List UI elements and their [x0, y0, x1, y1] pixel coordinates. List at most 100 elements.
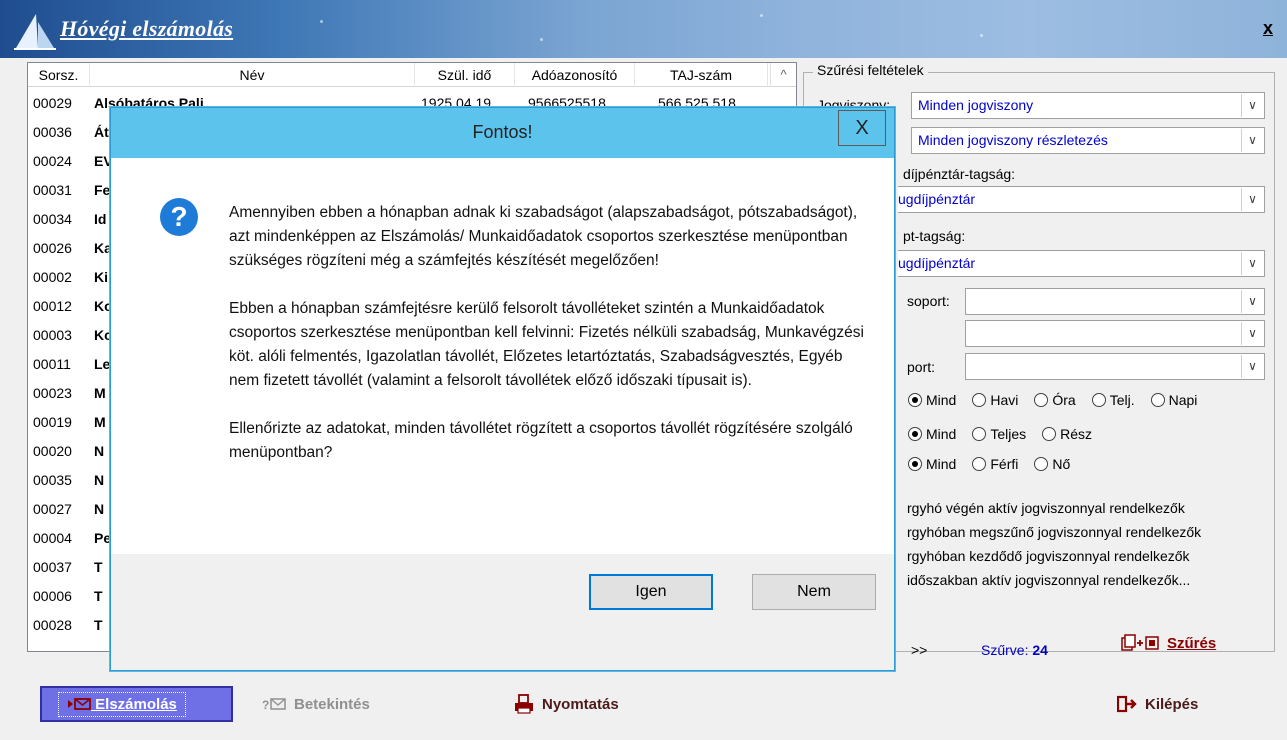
chevron-down-icon[interactable]: ∨	[1241, 290, 1263, 313]
app-close-button[interactable]: x	[1263, 18, 1273, 39]
radio-havi[interactable]: Havi	[972, 392, 1018, 408]
radio-mind[interactable]: Mind	[908, 392, 956, 408]
radio-telj[interactable]: Telj.	[1091, 392, 1135, 408]
app-titlebar: Hóvégi elszámolás x	[0, 0, 1287, 58]
status-option-period[interactable]: időszakban aktív jogviszonnyal rendelkez…	[907, 572, 1190, 588]
app-title: Hóvégi elszámolás	[60, 16, 234, 41]
row-code: 00037	[33, 559, 72, 575]
filtered-count: 24	[1032, 642, 1048, 658]
chevron-down-icon[interactable]: ∨	[1241, 355, 1263, 378]
row-name: Pe	[94, 530, 112, 546]
radio-no[interactable]: Nő	[1034, 456, 1070, 472]
radio-resz[interactable]: Rész	[1042, 426, 1092, 442]
filter-button[interactable]: Szűrés	[1121, 634, 1216, 652]
row-code: 00034	[33, 211, 72, 227]
csoport2-select[interactable]: ∨	[965, 320, 1265, 347]
row-name: N	[94, 443, 105, 459]
row-code: 00027	[33, 501, 72, 517]
radio-mind[interactable]: Mind	[908, 426, 956, 442]
radio-teljes[interactable]: Teljes	[972, 426, 1026, 442]
status-option-ending[interactable]: rgyhóban megszűnő jogviszonnyal rendelke…	[907, 524, 1201, 540]
row-name: Át	[94, 124, 109, 140]
radio-icon[interactable]	[972, 393, 987, 407]
row-code: 00035	[33, 472, 72, 488]
dialog-titlebar: Fontos! X	[111, 108, 894, 158]
filtered-label: Szűrve:	[981, 642, 1029, 658]
chevron-down-icon[interactable]: ∨	[1241, 322, 1263, 345]
radio-group-payment: Mind Havi Óra Telj. Napi	[908, 392, 1197, 408]
radio-label: Napi	[1168, 392, 1198, 408]
row-name: N	[94, 501, 105, 517]
row-name: T	[94, 559, 103, 575]
radio-icon[interactable]	[972, 457, 987, 471]
csoport-label: soport:	[907, 293, 950, 309]
column-header-sorsz[interactable]: Sorsz.	[28, 63, 90, 87]
jogviszony-select[interactable]: Minden jogviszony ∨	[911, 92, 1265, 119]
row-name: N	[94, 472, 105, 488]
radio-icon[interactable]	[972, 427, 987, 441]
ept-value: ugdíjpénztár	[898, 255, 976, 271]
radio-group-worktime: Mind Teljes Rész	[908, 426, 1092, 442]
nyugdij-select[interactable]: ugdíjpénztár ∨	[898, 186, 1265, 213]
row-code: 00003	[33, 327, 72, 343]
chevron-down-icon[interactable]: ∨	[1241, 252, 1263, 275]
chevron-down-icon[interactable]: ∨	[1241, 188, 1263, 211]
row-code: 00006	[33, 588, 72, 604]
betekintes-button[interactable]: ? Betekintés	[262, 686, 370, 722]
elszamolas-button[interactable]: Elszámolás	[40, 686, 233, 722]
radio-selected-icon[interactable]	[908, 427, 922, 441]
kilepes-button[interactable]: Kilépés	[1117, 686, 1198, 722]
chevron-down-icon[interactable]: ∨	[1241, 94, 1263, 117]
radio-icon[interactable]	[1034, 457, 1049, 471]
more-filters-button[interactable]: >>	[911, 642, 927, 658]
radio-ferfi[interactable]: Férfi	[972, 456, 1018, 472]
question-icon: ?	[160, 198, 198, 236]
csoport-select[interactable]: ∨	[965, 288, 1265, 315]
row-code: 00028	[33, 617, 72, 633]
decor-speck	[540, 38, 543, 41]
column-header-szul[interactable]: Szül. idő	[415, 63, 515, 87]
confirm-dialog: Fontos! X ? Amennyiben ebben a hónapban …	[110, 107, 895, 671]
yes-button[interactable]: Igen	[589, 574, 713, 610]
status-option-starting[interactable]: rgyhóban kezdődő jogviszonnyal rendelkez…	[907, 548, 1190, 564]
row-name: Id	[94, 211, 107, 227]
radio-label: Nő	[1052, 456, 1071, 472]
row-name: T	[94, 617, 103, 633]
dialog-paragraph: Ellenőrizte az adatokat, minden távollét…	[229, 420, 853, 461]
radio-icon[interactable]	[1091, 393, 1106, 407]
radio-label: Teljes	[990, 426, 1027, 442]
radio-label: Rész	[1060, 426, 1093, 442]
row-name: Ki	[94, 269, 108, 285]
radio-selected-icon[interactable]	[908, 457, 922, 471]
printer-icon	[515, 694, 533, 714]
dialog-close-button[interactable]: X	[838, 110, 886, 146]
radio-ora[interactable]: Óra	[1034, 392, 1076, 408]
row-code: 00031	[33, 182, 72, 198]
row-code: 00012	[33, 298, 72, 314]
row-code: 00019	[33, 414, 72, 430]
scroll-up-button[interactable]: ^	[770, 63, 796, 87]
radio-icon[interactable]	[1042, 427, 1057, 441]
radio-napi[interactable]: Napi	[1150, 392, 1198, 408]
radio-selected-icon[interactable]	[908, 393, 922, 407]
column-header-nev[interactable]: Név	[90, 63, 415, 87]
radio-mind[interactable]: Mind	[908, 456, 956, 472]
no-button[interactable]: Nem	[752, 574, 876, 610]
row-code: 00026	[33, 240, 72, 256]
radio-label: Óra	[1052, 392, 1076, 408]
status-option-active-end[interactable]: rgyhó végén aktív jogviszonnyal rendelke…	[907, 500, 1185, 516]
radio-icon[interactable]	[1150, 393, 1165, 407]
radio-icon[interactable]	[1034, 393, 1049, 407]
csoport2-label: port:	[907, 359, 936, 375]
column-header-ado[interactable]: Adóazonosító	[515, 63, 635, 87]
jogviszony-detail-select[interactable]: Minden jogviszony részletezés ∨	[911, 127, 1265, 154]
nyomtatas-button[interactable]: Nyomtatás	[514, 686, 619, 722]
column-header-taj[interactable]: TAJ-szám	[635, 63, 768, 87]
chevron-down-icon[interactable]: ∨	[1241, 129, 1263, 152]
radio-label: Mind	[926, 426, 957, 442]
csoport3-select[interactable]: ∨	[965, 353, 1265, 380]
row-code: 00011	[33, 356, 71, 372]
row-name: M	[94, 385, 106, 401]
radio-group-gender: Mind Férfi Nő	[908, 456, 1070, 472]
ept-select[interactable]: ugdíjpénztár ∨	[898, 250, 1265, 277]
